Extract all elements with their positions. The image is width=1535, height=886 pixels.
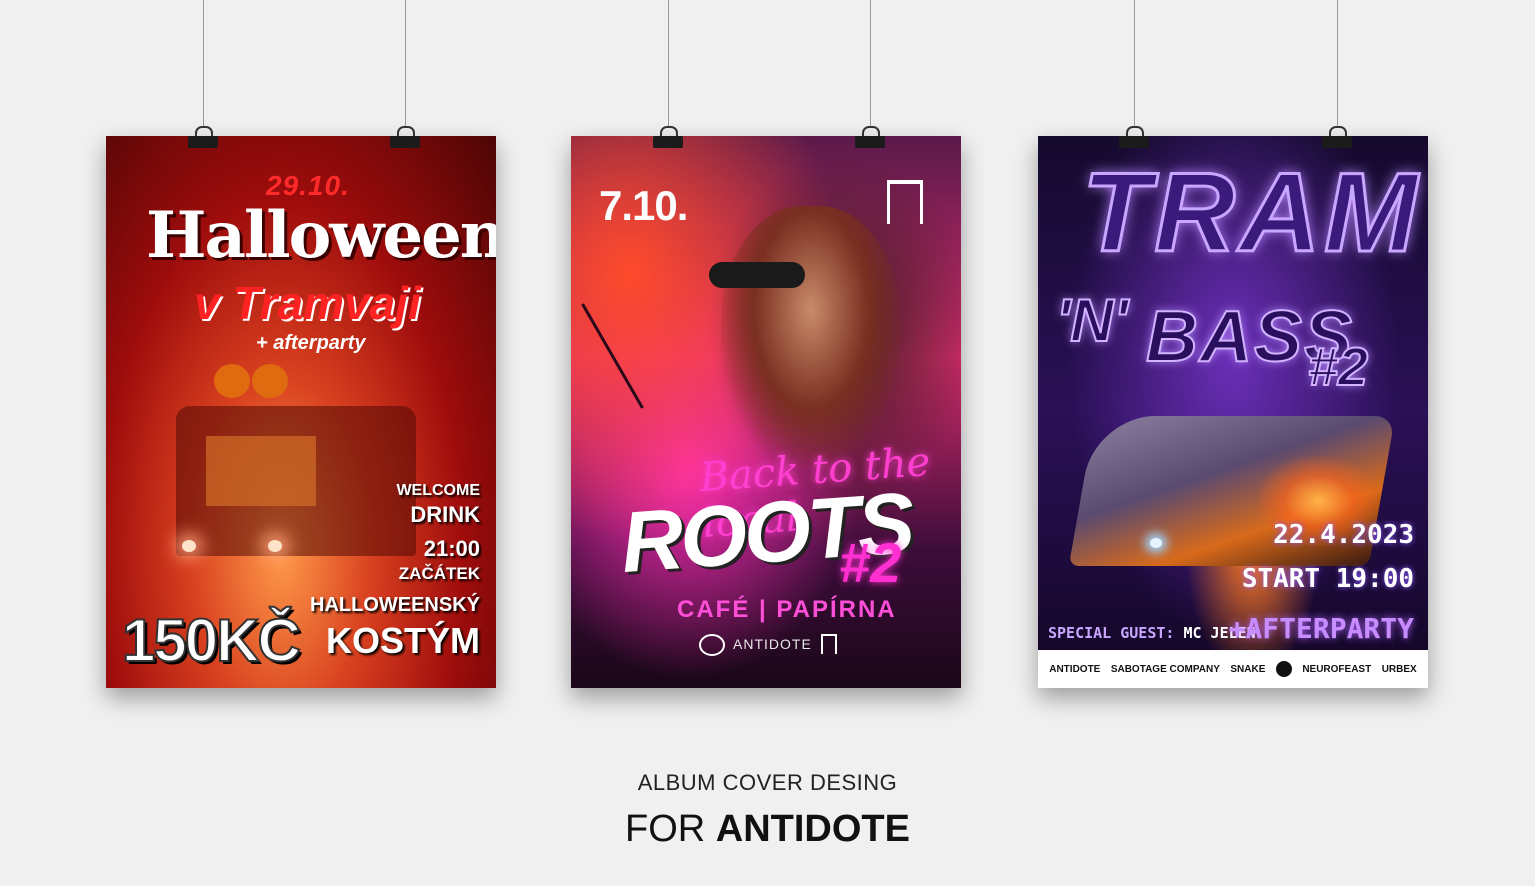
poster-roots: 7.10. Back to the local ROOTS #2 CAFÉ | … bbox=[571, 136, 961, 688]
poster-afterparty: + afterparty bbox=[256, 332, 366, 354]
guest-label: SPECIAL GUEST: bbox=[1048, 624, 1175, 642]
sponsor-logo-icon bbox=[1275, 661, 1292, 677]
binder-clip-icon bbox=[1119, 126, 1149, 148]
poster-start: START 19:00 bbox=[1241, 564, 1414, 594]
sponsor-logo: SNAKE bbox=[1230, 663, 1266, 675]
drink-label: DRINK bbox=[410, 502, 480, 527]
poster-afterparty: +AFTERPARTY bbox=[1228, 612, 1414, 645]
sponsor-logo: NEUROFEAST bbox=[1302, 663, 1372, 675]
venue-logo-small-icon bbox=[821, 634, 837, 654]
poster-number: #2 bbox=[839, 531, 902, 594]
costume-label-large: KOSTÝM bbox=[325, 620, 480, 661]
sunglasses-icon bbox=[709, 262, 805, 288]
caption-brand: ANTIDOTE bbox=[715, 808, 910, 850]
hanging-wire bbox=[203, 0, 204, 128]
welcome-label: WELCOME bbox=[396, 482, 480, 499]
binder-clip-icon bbox=[390, 126, 420, 148]
poster-venue: CAFÉ | PAPÍRNA bbox=[677, 596, 897, 623]
hanging-wire bbox=[668, 0, 669, 128]
poster-number: #2 bbox=[1307, 336, 1369, 398]
headlight-icon bbox=[1150, 538, 1162, 548]
poster-title: TRAM bbox=[1080, 149, 1422, 277]
poster-tram-n-bass: TRAM 'N' BASS #2 22.4.2023 START 19:00 S… bbox=[1038, 136, 1428, 688]
antidote-logo-text: ANTIDOTE bbox=[733, 636, 812, 652]
poster-price: 150KČ bbox=[121, 606, 302, 675]
caption-line1: ALBUM COVER DESING bbox=[637, 770, 898, 795]
tree-branch-icon bbox=[581, 303, 644, 409]
sponsor-logo: SABOTAGE COMPANY bbox=[1110, 663, 1220, 675]
binder-clip-icon bbox=[1322, 126, 1352, 148]
poster-halloween: 29.10. Halloween v Tramvaji + afterparty… bbox=[106, 136, 496, 688]
pumpkin-icon bbox=[252, 364, 288, 398]
special-guest: SPECIAL GUEST: MC JELEN bbox=[1048, 624, 1256, 642]
caption-line2: FOR ANTIDOTE bbox=[0, 808, 1535, 851]
start-time: 21:00 bbox=[423, 536, 480, 561]
costume-label: HALLOWEENSKÝ bbox=[310, 594, 480, 616]
poster-subtitle: v Tramvaji bbox=[194, 277, 421, 329]
poster-title-connector: 'N' bbox=[1055, 286, 1129, 355]
sponsor-logo: ANTIDOTE bbox=[1049, 663, 1101, 675]
antidote-logo-icon bbox=[699, 634, 725, 656]
tram-banner bbox=[206, 436, 316, 506]
caption-prefix: FOR bbox=[625, 808, 706, 850]
binder-clip-icon bbox=[188, 126, 218, 148]
headlight-icon bbox=[182, 540, 196, 552]
woman-portrait bbox=[721, 206, 901, 466]
poster-date: 22.4.2023 bbox=[1273, 520, 1414, 550]
poster-date: 7.10. bbox=[599, 182, 688, 229]
pumpkin-icon bbox=[214, 364, 250, 398]
start-label: ZAČÁTEK bbox=[398, 564, 480, 583]
hanging-wire bbox=[870, 0, 871, 128]
sponsor-logo: URBEX bbox=[1381, 663, 1417, 675]
venue-logo-icon bbox=[887, 180, 923, 224]
sponsor-logos: ANTIDOTE SABOTAGE COMPANY SNAKE NEUROFEA… bbox=[1038, 650, 1428, 688]
hanging-wire bbox=[1134, 0, 1135, 128]
binder-clip-icon bbox=[653, 126, 683, 148]
hanging-wire bbox=[1337, 0, 1338, 128]
poster-title: Halloween bbox=[146, 198, 496, 273]
binder-clip-icon bbox=[855, 126, 885, 148]
headlight-icon bbox=[268, 540, 282, 552]
hanging-wire bbox=[405, 0, 406, 128]
